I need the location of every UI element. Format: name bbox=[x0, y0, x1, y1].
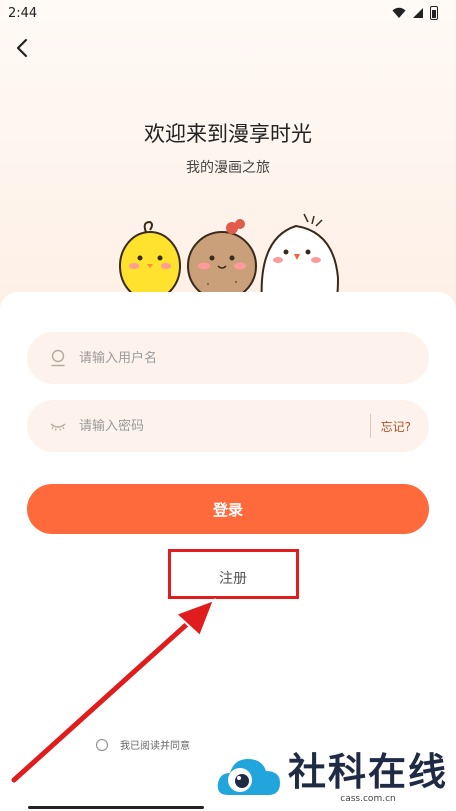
back-button[interactable] bbox=[10, 36, 34, 60]
status-icons bbox=[392, 6, 438, 20]
watermark-text: 社科在线 cass.com.cn bbox=[288, 750, 448, 804]
user-icon bbox=[49, 349, 67, 367]
username-input[interactable] bbox=[79, 350, 411, 366]
agreement-row: 我已阅读并同意 bbox=[96, 737, 190, 752]
password-input[interactable] bbox=[79, 418, 360, 434]
wifi-icon bbox=[392, 7, 406, 18]
chevron-left-icon bbox=[16, 38, 28, 58]
login-button[interactable]: 登录 bbox=[27, 484, 429, 534]
brown-bean-mascot bbox=[187, 219, 257, 301]
username-field[interactable] bbox=[27, 332, 429, 384]
password-field[interactable]: 忘记? bbox=[27, 400, 429, 452]
welcome-subtitle: 我的漫画之旅 bbox=[186, 160, 270, 176]
field-divider bbox=[369, 414, 371, 438]
cloud-eye-logo-icon bbox=[217, 758, 280, 795]
watermark: 社科在线 cass.com.cn bbox=[210, 742, 456, 811]
signal-icon bbox=[413, 8, 423, 18]
agreement-text: 我已阅读并同意 bbox=[120, 741, 190, 752]
battery-icon bbox=[430, 6, 438, 20]
watermark-title: 社科在线 bbox=[288, 749, 449, 794]
status-bar: 2:44 bbox=[0, 0, 456, 26]
status-time: 2:44 bbox=[8, 5, 38, 21]
forgot-password-link[interactable]: 忘记? bbox=[381, 418, 411, 435]
eye-closed-icon[interactable] bbox=[49, 417, 67, 435]
agreement-radio[interactable] bbox=[96, 738, 108, 751]
home-indicator bbox=[28, 806, 204, 809]
yellow-chick-mascot bbox=[119, 220, 181, 301]
mascots-illustration bbox=[119, 213, 340, 303]
watermark-subtitle: cass.com.cn bbox=[340, 793, 396, 804]
white-chick-mascot bbox=[260, 213, 340, 303]
register-button[interactable]: 注册 bbox=[176, 556, 290, 600]
welcome-title: 欢迎来到漫享时光 bbox=[144, 122, 312, 146]
